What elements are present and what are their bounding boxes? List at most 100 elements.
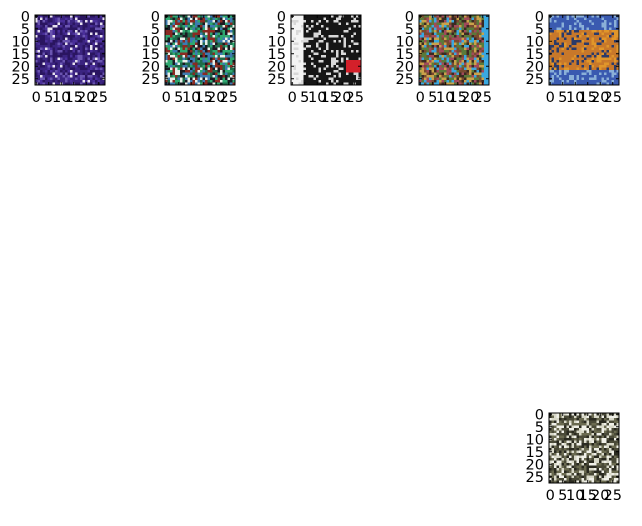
image-pixel bbox=[177, 72, 181, 76]
image-pixel bbox=[85, 55, 88, 58]
image-pixel bbox=[484, 42, 487, 46]
image-pixel bbox=[436, 45, 440, 48]
image-pixel bbox=[210, 80, 213, 83]
image-pixel bbox=[40, 50, 43, 53]
image-pixel bbox=[449, 45, 452, 48]
image-pixel bbox=[476, 22, 480, 26]
image-pixel bbox=[464, 17, 467, 21]
image-pixel bbox=[351, 55, 354, 58]
image-pixel bbox=[449, 35, 452, 38]
image-pixel bbox=[456, 62, 460, 66]
image-pixel bbox=[177, 45, 181, 48]
image-pixel bbox=[92, 77, 96, 81]
image-pixel bbox=[353, 50, 357, 53]
image-pixel bbox=[77, 45, 81, 48]
image-pixel bbox=[439, 65, 442, 68]
image-pixel bbox=[72, 52, 76, 56]
image-pixel bbox=[60, 27, 63, 31]
image-pixel bbox=[351, 27, 354, 31]
image-pixel bbox=[559, 80, 562, 83]
image-pixel bbox=[561, 425, 565, 429]
image-pixel bbox=[187, 55, 191, 58]
image-pixel bbox=[446, 20, 450, 23]
image-pixel bbox=[77, 40, 81, 43]
image-pixel bbox=[571, 465, 575, 469]
image-pixel bbox=[313, 55, 317, 58]
image-pixel bbox=[172, 70, 176, 73]
image-pixel bbox=[554, 450, 557, 454]
image-pixel bbox=[40, 45, 43, 48]
image-pixel bbox=[313, 30, 317, 33]
image-pixel bbox=[574, 22, 577, 26]
image-pixel bbox=[441, 77, 445, 81]
image-pixel bbox=[333, 30, 337, 33]
image-pixel bbox=[559, 30, 562, 33]
image-pixel bbox=[177, 62, 181, 66]
image-pixel bbox=[70, 70, 73, 73]
image-pixel bbox=[559, 440, 562, 444]
image-pixel bbox=[601, 438, 605, 441]
image-pixel bbox=[87, 57, 91, 61]
image-pixel bbox=[551, 460, 555, 464]
image-pixel bbox=[461, 32, 465, 36]
x-tick-label: 25 bbox=[604, 488, 622, 504]
image-pixel bbox=[589, 415, 592, 419]
image-pixel bbox=[476, 35, 480, 38]
image-pixel bbox=[95, 77, 98, 81]
image-pixel bbox=[554, 453, 557, 456]
image-pixel bbox=[564, 458, 567, 461]
image-pixel bbox=[434, 62, 437, 66]
image-pixel bbox=[227, 55, 231, 58]
image-pixel bbox=[424, 42, 427, 46]
image-pixel bbox=[343, 80, 347, 83]
image-pixel bbox=[55, 60, 58, 63]
image-pixel bbox=[293, 55, 297, 58]
image-pixel bbox=[576, 458, 580, 461]
image-pixel bbox=[95, 57, 98, 61]
image-pixel bbox=[551, 25, 555, 28]
image-pixel bbox=[454, 22, 457, 26]
image-pixel bbox=[40, 35, 43, 38]
image-pixel bbox=[87, 32, 91, 36]
image-pixel bbox=[579, 47, 582, 51]
image-pixel bbox=[215, 30, 218, 33]
image-pixel bbox=[606, 440, 610, 444]
image-pixel bbox=[85, 20, 88, 23]
image-pixel bbox=[200, 45, 203, 48]
image-pixel bbox=[215, 45, 218, 48]
image-pixel bbox=[439, 55, 442, 58]
image-pixel bbox=[426, 42, 430, 46]
image-pixel bbox=[100, 35, 103, 38]
image-pixel bbox=[451, 30, 455, 33]
image-pixel bbox=[564, 67, 567, 71]
image-pixel bbox=[301, 40, 304, 43]
image-pixel bbox=[318, 40, 322, 43]
x-tick-label: 25 bbox=[346, 90, 364, 106]
image-pixel bbox=[308, 67, 312, 71]
image-pixel bbox=[316, 47, 319, 51]
image-pixel bbox=[298, 22, 302, 26]
image-pixel bbox=[328, 67, 332, 71]
image-pixel bbox=[441, 47, 445, 51]
image-pixel bbox=[45, 20, 48, 23]
image-pixel bbox=[60, 67, 63, 71]
image-pixel bbox=[471, 65, 475, 68]
image-pixel bbox=[591, 460, 595, 464]
image-pixel bbox=[326, 75, 329, 78]
image-pixel bbox=[50, 40, 53, 43]
image-pixel bbox=[436, 20, 440, 23]
image-pixel bbox=[306, 27, 309, 31]
image-pixel bbox=[92, 52, 96, 56]
image-pixel bbox=[190, 47, 193, 51]
image-pixel bbox=[576, 75, 580, 78]
image-pixel bbox=[591, 455, 595, 459]
image-pixel bbox=[65, 40, 68, 43]
image-pixel bbox=[566, 57, 570, 61]
image-pixel bbox=[192, 52, 196, 56]
image-pixel bbox=[195, 65, 198, 68]
image-pixel bbox=[591, 25, 595, 28]
image-pixel bbox=[611, 70, 615, 73]
image-pixel bbox=[574, 70, 577, 73]
image-pixel bbox=[426, 45, 430, 48]
image-pixel bbox=[225, 65, 228, 68]
